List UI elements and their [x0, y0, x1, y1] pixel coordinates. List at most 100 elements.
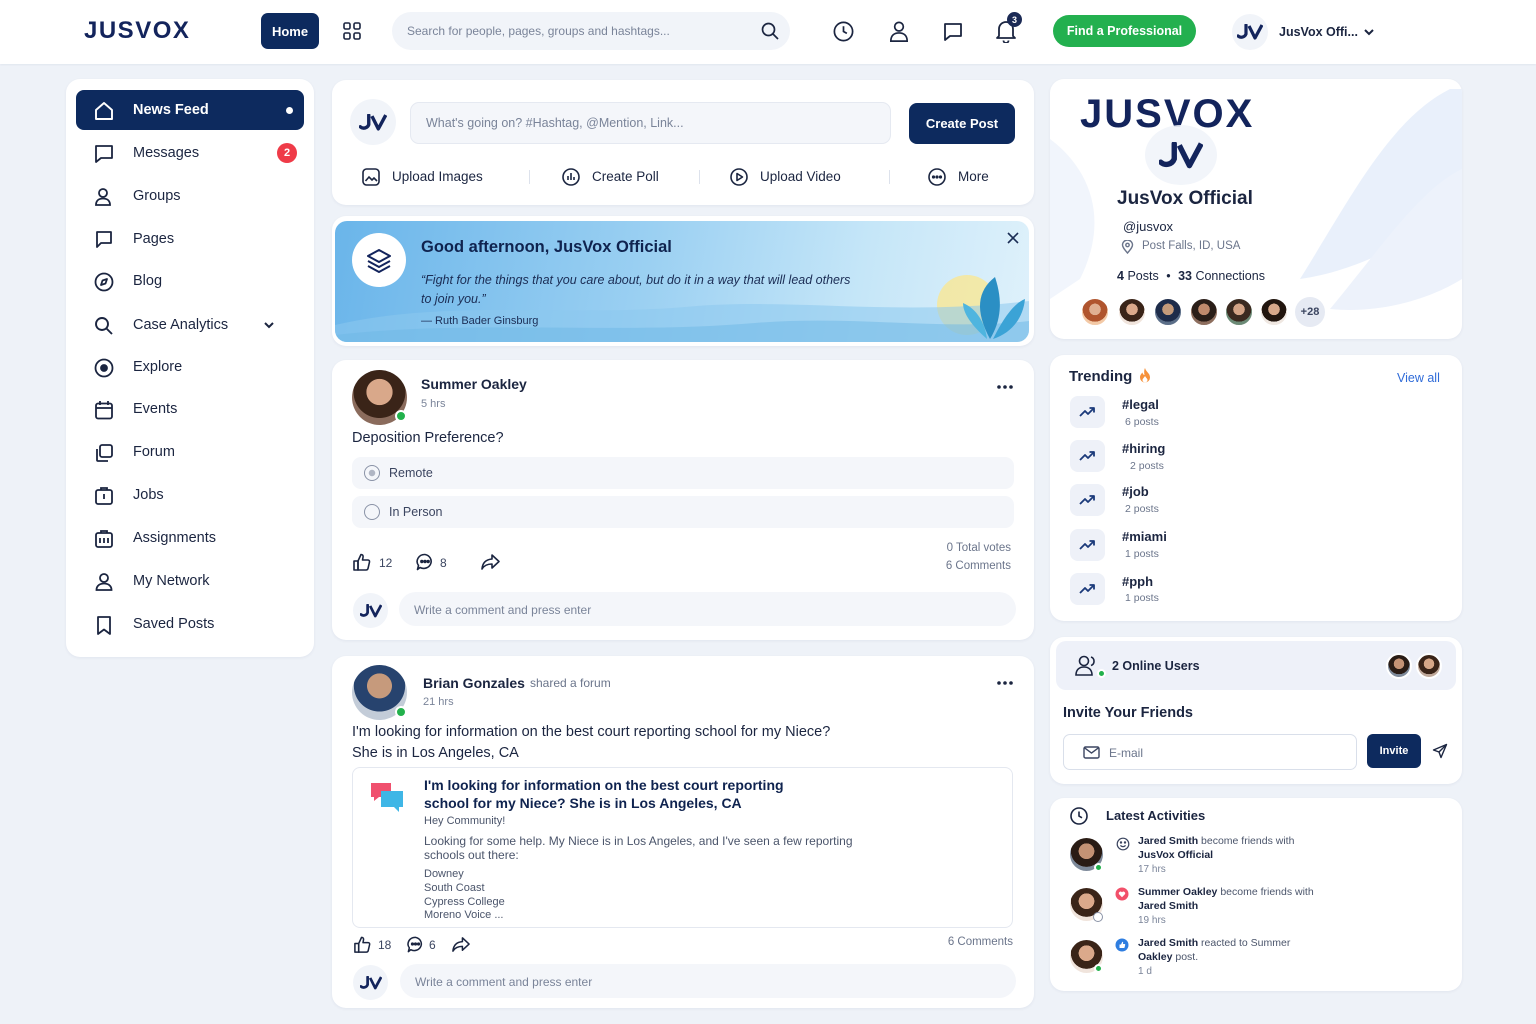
poll-chart-icon [561, 167, 581, 187]
connection-avatar[interactable] [1224, 297, 1254, 327]
chat-icon[interactable] [942, 21, 964, 43]
connection-avatar[interactable] [1259, 297, 1289, 327]
share-icon[interactable] [480, 552, 501, 572]
trending-view-all-link[interactable]: View all [1397, 371, 1440, 385]
profile-location: Post Falls, ID, USA [1142, 240, 1241, 252]
post-author-name[interactable]: Brian Gonzales [423, 675, 525, 691]
messages-count-badge: 2 [277, 143, 297, 163]
connection-avatar[interactable] [1117, 297, 1147, 327]
sidebar-item-news-feed[interactable]: News Feed [76, 90, 304, 130]
sidebar-item-assignments[interactable]: Assignments [76, 518, 304, 558]
sidebar-item-forum[interactable]: Forum [76, 432, 304, 472]
online-user-avatar[interactable] [1386, 653, 1412, 679]
invite-email-field[interactable]: E-mail [1063, 734, 1357, 770]
sidebar-item-my-network[interactable]: My Network [76, 561, 304, 601]
share-icon[interactable] [451, 935, 471, 954]
close-icon[interactable] [1006, 231, 1020, 245]
sidebar-item-saved-posts[interactable]: Saved Posts [76, 604, 304, 644]
apps-grid-icon[interactable] [342, 21, 362, 41]
shared-forum-preview[interactable]: I'm looking for information on the best … [352, 767, 1013, 928]
history-clock-icon[interactable] [832, 20, 855, 43]
radio-button[interactable] [364, 465, 380, 481]
connections-label: Connections [1195, 269, 1265, 283]
sidebar-item-label: News Feed [133, 102, 209, 118]
bookmark-icon [93, 614, 115, 636]
profile-avatar[interactable] [1145, 125, 1217, 185]
forum-title[interactable]: I'm looking for information on the best … [424, 776, 824, 812]
chevron-down-icon[interactable] [1363, 27, 1375, 37]
trending-up-icon[interactable] [1070, 529, 1105, 561]
trending-tag[interactable]: #hiring [1122, 441, 1165, 456]
search-icon[interactable] [760, 21, 780, 41]
send-paper-plane-icon[interactable] [1432, 743, 1448, 759]
jusvox-logo[interactable]: JUSVOX [84, 17, 190, 45]
post-author-name[interactable]: Summer Oakley [421, 376, 527, 392]
home-button[interactable]: Home [261, 13, 319, 49]
more-connections-count[interactable]: +28 [1295, 297, 1325, 327]
latest-activities-title: Latest Activities [1106, 808, 1206, 823]
search-bar[interactable]: Search for people, pages, groups and has… [392, 12, 790, 50]
account-name[interactable]: JusVox Offi... [1279, 25, 1358, 39]
explore-icon [93, 357, 115, 379]
online-users-bar[interactable]: 2 Online Users [1056, 641, 1456, 690]
chevron-down-icon[interactable] [263, 320, 275, 330]
sidebar-item-explore[interactable]: Explore [76, 347, 304, 387]
trending-tag[interactable]: #miami [1122, 529, 1167, 544]
divider [699, 170, 700, 184]
trending-tag[interactable]: #legal [1122, 397, 1159, 412]
composer-input[interactable]: What's going on? #Hashtag, @Mention, Lin… [410, 102, 891, 144]
more-dots-icon [927, 167, 947, 187]
account-avatar[interactable] [1232, 14, 1268, 50]
comments-total-link[interactable]: 6 Comments [860, 936, 1013, 948]
activity-time: 1 d [1138, 966, 1152, 977]
poll-option-in-person[interactable]: In Person [352, 496, 1014, 528]
connection-avatar[interactable] [1080, 297, 1110, 327]
like-thumbs-up-icon[interactable] [352, 552, 372, 572]
invite-button[interactable]: Invite [1367, 734, 1421, 768]
online-users-label: 2 Online Users [1112, 659, 1200, 673]
search-input[interactable]: Search for people, pages, groups and has… [407, 24, 670, 38]
sidebar-item-blog[interactable]: Blog [76, 261, 304, 301]
comment-input[interactable]: Write a comment and press enter [400, 964, 1016, 998]
greeting-quote-author: — Ruth Bader Ginsburg [421, 315, 539, 327]
comment-input[interactable]: Write a comment and press enter [399, 592, 1016, 626]
like-reaction-icon [1115, 938, 1129, 952]
comment-count: 8 [440, 556, 447, 570]
online-user-avatar[interactable] [1416, 653, 1442, 679]
trending-tag[interactable]: #pph [1122, 574, 1153, 589]
sidebar-item-events[interactable]: Events [76, 389, 304, 429]
profile-name[interactable]: JusVox Official [1117, 188, 1253, 210]
total-votes: 0 Total votes [946, 542, 1011, 554]
trending-post-count: 6 posts [1125, 416, 1159, 428]
sidebar-item-pages[interactable]: Pages [76, 219, 304, 259]
trending-up-icon[interactable] [1070, 484, 1105, 516]
sidebar-item-groups[interactable]: Groups [76, 176, 304, 216]
like-thumbs-up-icon[interactable] [353, 935, 372, 954]
connection-avatar[interactable] [1189, 297, 1219, 327]
trending-up-icon[interactable] [1070, 573, 1105, 605]
more-horizontal-icon[interactable] [996, 384, 1014, 390]
comment-bubble-icon[interactable] [406, 935, 425, 954]
trending-up-icon[interactable] [1070, 396, 1105, 428]
radio-button[interactable] [364, 504, 380, 520]
image-icon [361, 167, 381, 187]
poll-option-remote[interactable]: Remote [352, 457, 1014, 489]
connection-avatar[interactable] [1153, 297, 1183, 327]
poll-question: Deposition Preference? [352, 430, 504, 446]
forum-chat-bubbles-icon [369, 781, 405, 815]
sidebar-item-jobs[interactable]: Jobs [76, 475, 304, 515]
trending-tag[interactable]: #job [1122, 484, 1149, 499]
sidebar-item-case-analytics[interactable]: Case Analytics [76, 305, 304, 345]
find-professional-button[interactable]: Find a Professional [1053, 15, 1196, 47]
create-post-button[interactable]: Create Post [909, 103, 1015, 144]
comment-bubble-icon[interactable] [415, 552, 435, 572]
comments-total-link[interactable]: 6 Comments [860, 560, 1011, 572]
sidebar-item-messages[interactable]: Messages 2 [76, 133, 304, 173]
forum-list-item: South Coast [424, 882, 485, 894]
sidebar-item-label: Saved Posts [133, 616, 215, 632]
compass-icon [93, 271, 115, 293]
profile-user-icon[interactable] [888, 20, 910, 43]
more-horizontal-icon[interactable] [996, 680, 1014, 686]
trending-up-icon[interactable] [1070, 440, 1105, 472]
sidebar-item-label: Pages [133, 231, 175, 247]
